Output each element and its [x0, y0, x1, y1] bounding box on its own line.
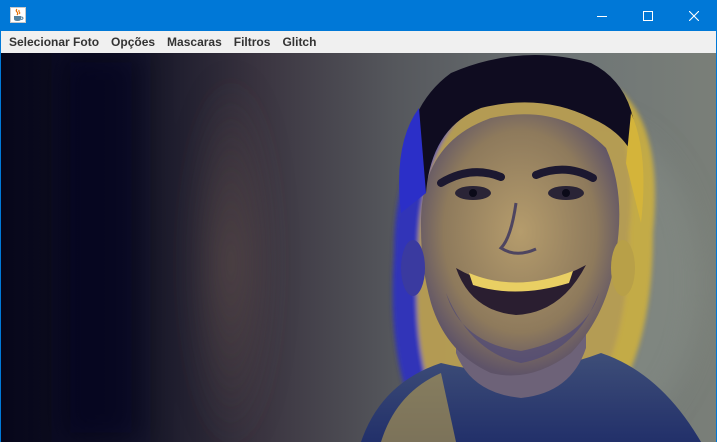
menu-opcoes[interactable]: Opções	[105, 31, 161, 53]
menu-glitch[interactable]: Glitch	[276, 31, 322, 53]
close-icon	[689, 10, 699, 21]
maximize-button[interactable]	[625, 0, 671, 31]
minimize-icon	[597, 15, 607, 17]
menu-bar: Selecionar Foto Opções Mascaras Filtros …	[1, 31, 716, 53]
java-coffee-icon	[10, 7, 26, 23]
image-canvas	[1, 53, 716, 442]
menu-filtros[interactable]: Filtros	[228, 31, 277, 53]
app-window: Selecionar Foto Opções Mascaras Filtros …	[0, 0, 717, 442]
minimize-button[interactable]	[579, 0, 625, 31]
portrait-photo	[1, 53, 716, 442]
close-button[interactable]	[671, 0, 717, 31]
maximize-icon	[643, 10, 653, 21]
title-bar[interactable]	[0, 0, 717, 31]
menu-selecionar-foto[interactable]: Selecionar Foto	[3, 31, 105, 53]
menu-mascaras[interactable]: Mascaras	[161, 31, 228, 53]
